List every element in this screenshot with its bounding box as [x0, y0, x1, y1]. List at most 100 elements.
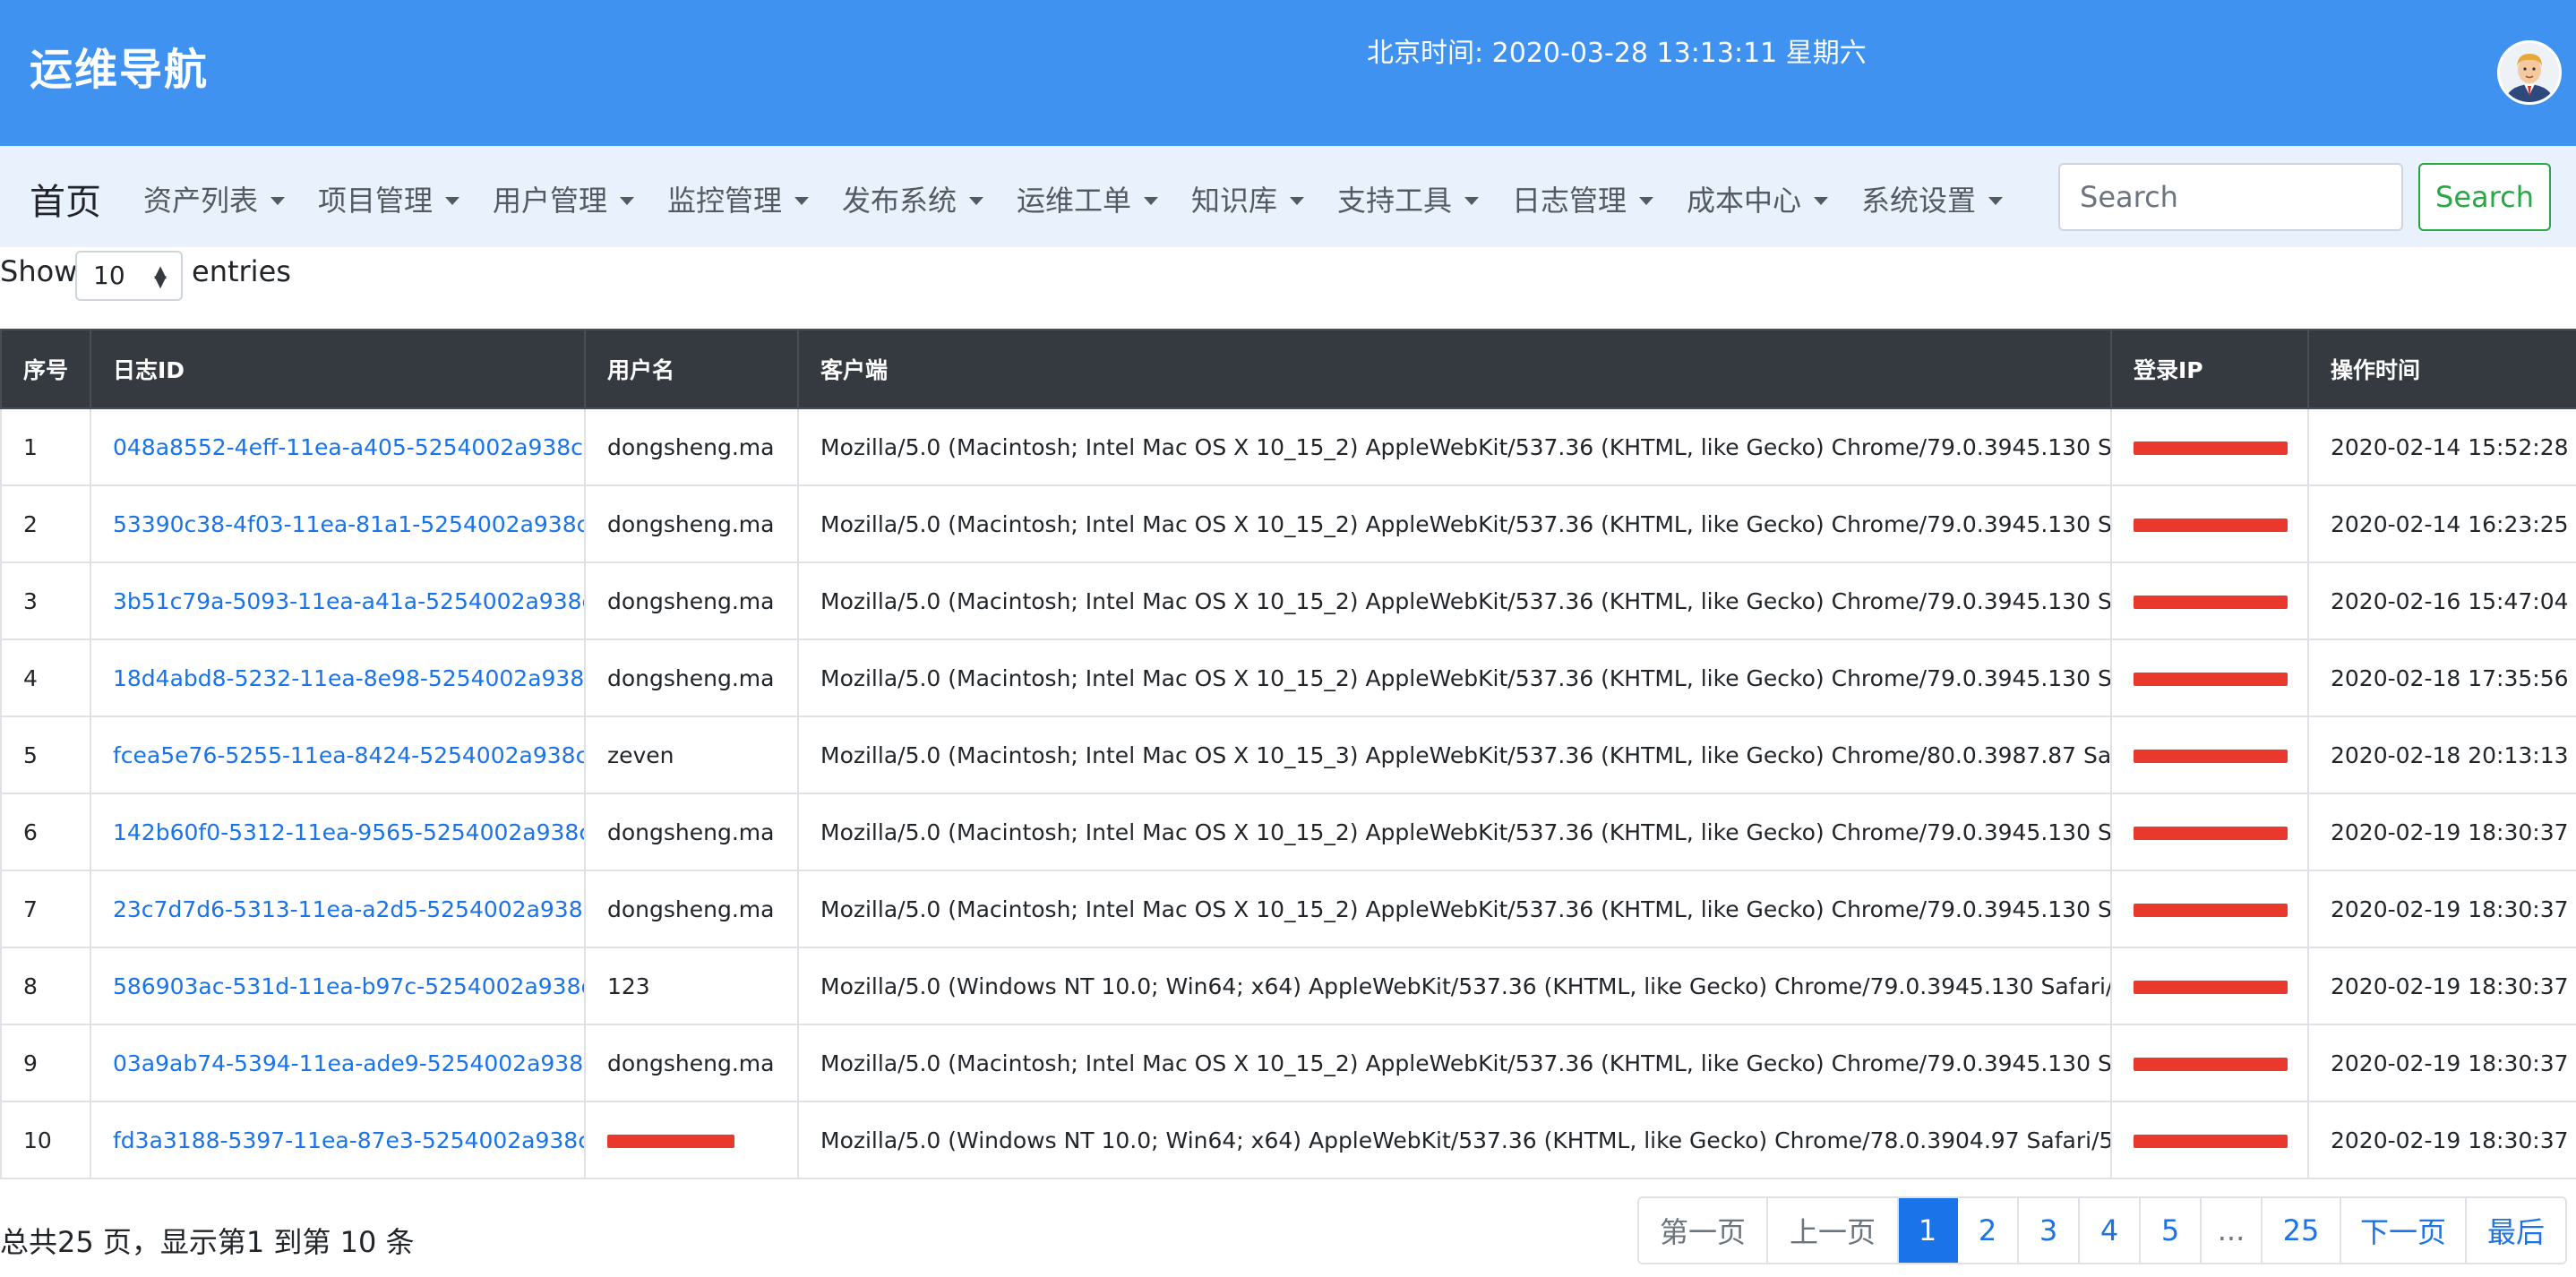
cell-client: Mozilla/5.0 (Macintosh; Intel Mac OS X 1…	[797, 561, 2112, 640]
cell-time: 2020-02-19 18:30:37	[2307, 947, 2576, 1025]
nav-user-management[interactable]: 用户管理	[493, 178, 635, 219]
cell-index: 10	[0, 1101, 91, 1179]
log-id-link[interactable]: 3b51c79a-5093-11ea-a41a-5254002a938c	[90, 561, 586, 640]
log-id-link[interactable]: fd3a3188-5397-11ea-87e3-5254002a938c	[90, 1101, 586, 1179]
cell-login-ip	[2110, 561, 2309, 640]
page-4-button[interactable]: 4	[2080, 1198, 2141, 1263]
page-3-button[interactable]: 3	[2019, 1198, 2080, 1263]
cell-login-ip	[2110, 793, 2309, 871]
redaction-mark	[2134, 441, 2288, 455]
table-row: 4 18d4abd8-5232-11ea-8e98-5254002a938c d…	[0, 638, 2576, 717]
avatar[interactable]	[2497, 40, 2562, 105]
log-id-link[interactable]: 03a9ab74-5394-11ea-ade9-5254002a938c	[90, 1024, 586, 1102]
column-header-client[interactable]: 客户端	[797, 329, 2112, 409]
nav-log-management[interactable]: 日志管理	[1512, 178, 1654, 219]
nav-knowledge-base[interactable]: 知识库	[1191, 178, 1305, 219]
cell-username: 123	[584, 947, 799, 1025]
main-navbar: 首页 资产列表 项目管理 用户管理 监控管理 发布系统 运维工单 知识库 支持工…	[0, 146, 2576, 247]
page-first-button[interactable]: 第一页	[1639, 1198, 1768, 1263]
table-row: 10 fd3a3188-5397-11ea-87e3-5254002a938c …	[0, 1101, 2576, 1179]
cell-client: Mozilla/5.0 (Macintosh; Intel Mac OS X 1…	[797, 638, 2112, 717]
redaction-mark	[607, 1135, 734, 1148]
log-id-link[interactable]: fcea5e76-5255-11ea-8424-5254002a938c	[90, 716, 586, 794]
log-id-link[interactable]: 23c7d7d6-5313-11ea-a2d5-5254002a938c	[90, 870, 586, 948]
log-id-link[interactable]: 142b60f0-5312-11ea-9565-5254002a938c	[90, 793, 586, 871]
cell-index: 7	[0, 870, 91, 948]
log-id-link[interactable]: 048a8552-4eff-11ea-a405-5254002a938c	[90, 407, 586, 486]
redaction-mark	[2134, 827, 2288, 840]
cell-time: 2020-02-18 20:13:13	[2307, 716, 2576, 794]
nav-monitoring[interactable]: 监控管理	[667, 178, 810, 219]
caret-down-icon	[1814, 197, 1829, 205]
cell-time: 2020-02-18 17:35:56	[2307, 638, 2576, 717]
log-id-link[interactable]: 53390c38-4f03-11ea-81a1-5254002a938c	[90, 484, 586, 563]
redaction-mark	[2134, 596, 2288, 609]
cell-username: dongsheng.ma	[584, 793, 799, 871]
page-size-control: Show 10 ▲ ▼ entries	[0, 249, 537, 303]
log-id-link[interactable]: 18d4abd8-5232-11ea-8e98-5254002a938c	[90, 638, 586, 717]
nav-release-system-label: 发布系统	[842, 184, 957, 218]
cell-login-ip	[2110, 947, 2309, 1025]
caret-down-icon	[1639, 197, 1654, 205]
cell-time: 2020-02-19 18:30:37	[2307, 1101, 2576, 1179]
cell-client: Mozilla/5.0 (Macintosh; Intel Mac OS X 1…	[797, 1024, 2112, 1102]
table-row: 7 23c7d7d6-5313-11ea-a2d5-5254002a938c d…	[0, 870, 2576, 948]
page-next-button[interactable]: 下一页	[2341, 1198, 2467, 1263]
column-header-username[interactable]: 用户名	[584, 329, 799, 409]
search-input[interactable]	[2058, 163, 2403, 231]
cell-index: 3	[0, 561, 91, 640]
page-2-button[interactable]: 2	[1958, 1198, 2019, 1263]
column-header-time[interactable]: 操作时间	[2307, 329, 2576, 409]
pagination: 第一页 上一页 1 2 3 4 5 ... 25 下一页 最后	[1637, 1196, 2567, 1264]
page-25-button[interactable]: 25	[2263, 1198, 2341, 1263]
redaction-mark	[2134, 904, 2288, 917]
cell-login-ip	[2110, 638, 2309, 717]
redaction-mark	[2134, 750, 2288, 763]
cell-index: 5	[0, 716, 91, 794]
entries-label: entries	[192, 254, 291, 288]
cell-client: Mozilla/5.0 (Macintosh; Intel Mac OS X 1…	[797, 870, 2112, 948]
table-row: 3 3b51c79a-5093-11ea-a41a-5254002a938c d…	[0, 561, 2576, 640]
page-1-button[interactable]: 1	[1899, 1198, 1958, 1263]
caret-down-icon	[445, 197, 460, 205]
column-header-index[interactable]: 序号	[0, 329, 91, 409]
cell-login-ip	[2110, 1101, 2309, 1179]
cell-index: 9	[0, 1024, 91, 1102]
caret-down-icon	[620, 197, 635, 205]
redaction-mark	[2134, 673, 2288, 686]
table-header-row: 序号 日志ID 用户名 客户端 登录IP 操作时间	[0, 329, 2576, 409]
pagination-summary: 总共25 页，显示第1 到第 10 条	[0, 1225, 415, 1259]
cell-index: 6	[0, 793, 91, 871]
nav-release-system[interactable]: 发布系统	[842, 178, 984, 219]
cell-client: Mozilla/5.0 (Windows NT 10.0; Win64; x64…	[797, 947, 2112, 1025]
redaction-mark	[2134, 1058, 2288, 1071]
cell-client: Mozilla/5.0 (Macintosh; Intel Mac OS X 1…	[797, 793, 2112, 871]
nav-home-link[interactable]: 首页	[30, 173, 101, 225]
page-size-select[interactable]: 10 ▲ ▼	[75, 251, 183, 301]
cell-time: 2020-02-16 15:47:04	[2307, 561, 2576, 640]
page-last-button[interactable]: 最后	[2467, 1198, 2565, 1263]
cell-username: zeven	[584, 716, 799, 794]
cell-username: dongsheng.ma	[584, 870, 799, 948]
nav-asset-list[interactable]: 资产列表	[143, 178, 286, 219]
search-button[interactable]: Search	[2418, 163, 2551, 231]
app-title[interactable]: 运维导航	[30, 34, 209, 97]
nav-support-tools[interactable]: 支持工具	[1337, 178, 1480, 219]
nav-ops-tickets[interactable]: 运维工单	[1017, 178, 1159, 219]
nav-cost-center[interactable]: 成本中心	[1687, 178, 1829, 219]
caret-down-icon	[270, 197, 286, 205]
log-id-link[interactable]: 586903ac-531d-11ea-b97c-5254002a938c	[90, 947, 586, 1025]
cell-login-ip	[2110, 484, 2309, 563]
page-prev-button[interactable]: 上一页	[1768, 1198, 1899, 1263]
nav-ops-tickets-label: 运维工单	[1017, 184, 1132, 218]
page-size-value: 10	[93, 261, 125, 290]
cell-username: dongsheng.ma	[584, 561, 799, 640]
nav-project-management[interactable]: 项目管理	[318, 178, 460, 219]
nav-log-management-label: 日志管理	[1512, 184, 1627, 218]
nav-system-settings[interactable]: 系统设置	[1861, 178, 2004, 219]
column-header-log-id[interactable]: 日志ID	[90, 329, 586, 409]
table-row: 2 53390c38-4f03-11ea-81a1-5254002a938c d…	[0, 484, 2576, 563]
column-header-login-ip[interactable]: 登录IP	[2110, 329, 2309, 409]
nav-asset-list-label: 资产列表	[143, 184, 259, 218]
page-5-button[interactable]: 5	[2141, 1198, 2202, 1263]
